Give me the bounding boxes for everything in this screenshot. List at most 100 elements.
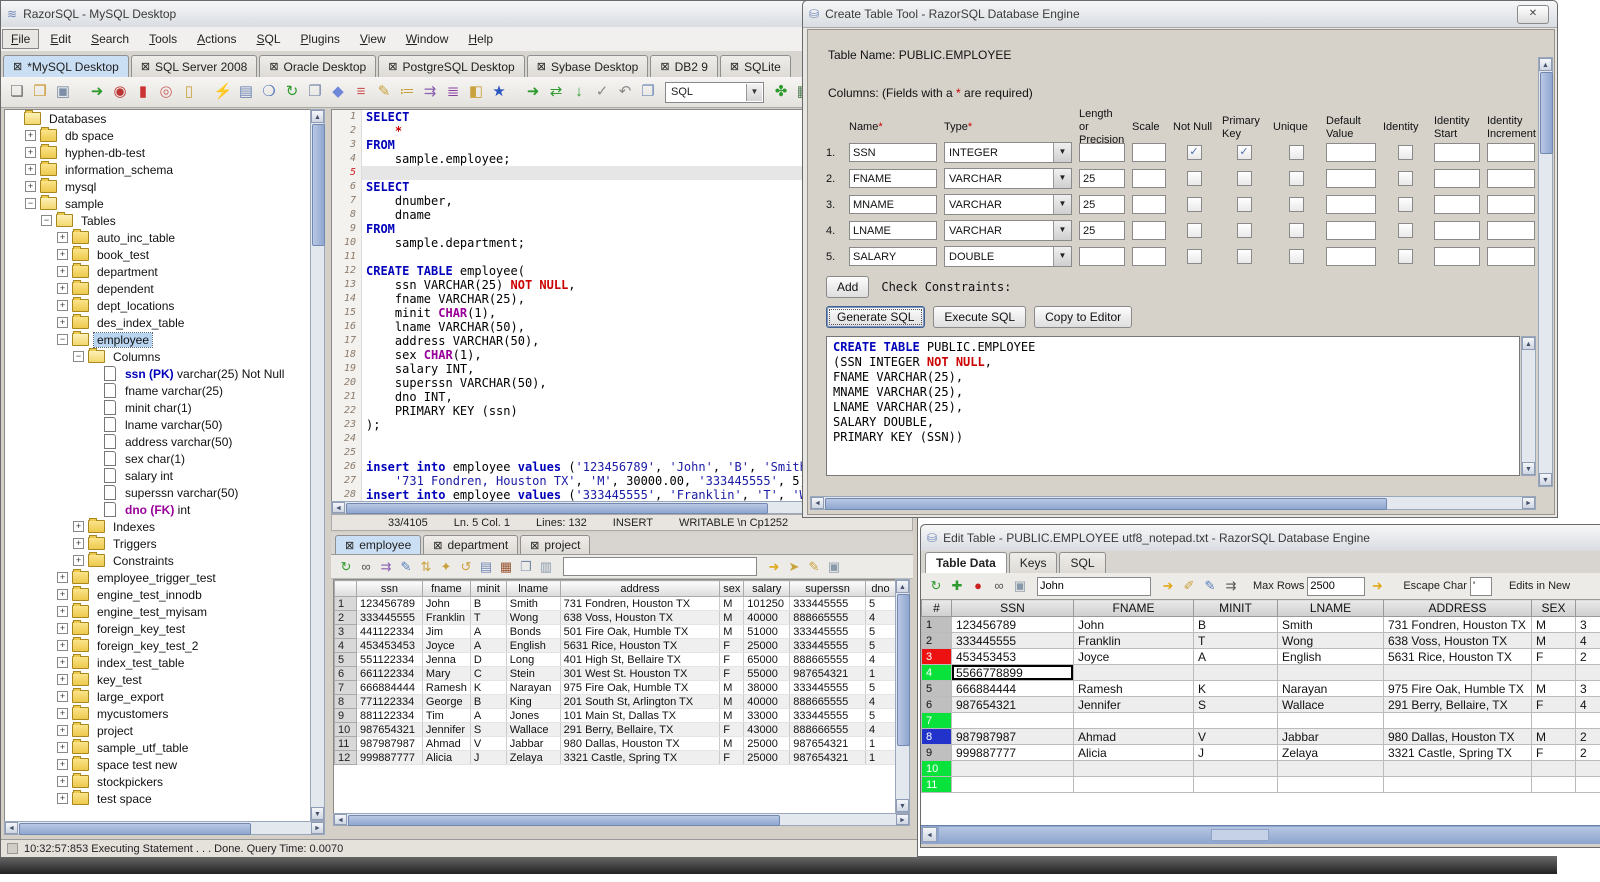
cell[interactable] xyxy=(1073,776,1194,793)
cell[interactable]: 453453453 xyxy=(355,638,423,653)
tree-item[interactable]: + information_schema xyxy=(5,161,311,178)
tree-item[interactable]: + des_index_table xyxy=(5,314,311,331)
scroll-left-icon[interactable]: ◄ xyxy=(922,827,937,842)
open-file-icon[interactable]: ❒ xyxy=(30,82,50,102)
row-number[interactable]: 1 xyxy=(334,596,357,611)
tab-close-icon[interactable]: ⊠ xyxy=(730,60,739,73)
cell[interactable]: 888665555 xyxy=(789,694,866,709)
copy-icon[interactable]: ❐ xyxy=(517,558,535,576)
menu-item-plugins[interactable]: Plugins xyxy=(292,29,349,49)
connection-tab-db2-9[interactable]: ⊠ DB2 9 xyxy=(650,55,718,77)
tree-item[interactable]: + Constraints xyxy=(5,552,311,569)
lightning-icon[interactable]: ⚡ xyxy=(213,82,233,102)
sort-icon[interactable]: ⇅ xyxy=(417,558,435,576)
tree-vertical-scrollbar[interactable]: ▲ ▼ xyxy=(310,109,325,821)
scale-input[interactable] xyxy=(1132,221,1166,240)
scroll-left-icon[interactable]: ◄ xyxy=(332,502,345,513)
create-vertical-scrollbar[interactable]: ▲ ▼ xyxy=(1538,57,1553,487)
length-input[interactable] xyxy=(1079,247,1125,266)
length-input[interactable]: 25 xyxy=(1079,221,1125,240)
expand-plus-icon[interactable]: + xyxy=(57,317,68,328)
expand-plus-icon[interactable]: + xyxy=(73,555,84,566)
cell[interactable]: 4 xyxy=(865,652,896,667)
cell[interactable]: 4 xyxy=(1575,632,1600,649)
cell[interactable]: S xyxy=(1193,696,1278,713)
cell[interactable] xyxy=(1575,776,1600,793)
primary-key-checkbox[interactable]: ✓ xyxy=(1236,145,1252,160)
column-name-input[interactable]: MNAME xyxy=(849,195,937,214)
cell[interactable]: 201 South St, Arlington TX xyxy=(559,694,721,709)
row-number[interactable]: 8 xyxy=(921,728,952,745)
column-header[interactable]: # xyxy=(921,599,952,617)
cell[interactable] xyxy=(1073,760,1194,777)
identity-start-input[interactable] xyxy=(1434,247,1480,266)
cell[interactable]: Ramesh xyxy=(1073,680,1194,697)
scroll-up-icon[interactable]: ▲ xyxy=(311,110,324,123)
expand-plus-icon[interactable]: + xyxy=(57,708,68,719)
expand-plus-icon[interactable]: + xyxy=(57,691,68,702)
connection-tab-oracle-desktop[interactable]: ⊠ Oracle Desktop xyxy=(259,55,377,77)
cell[interactable]: 291 Berry, Bellaire, TX xyxy=(559,722,721,737)
cell[interactable]: 987654321 xyxy=(355,722,423,737)
column-header[interactable]: fname xyxy=(421,580,471,597)
cell[interactable]: 980 Dallas, Houston TX xyxy=(559,736,721,751)
cell[interactable]: M xyxy=(719,680,745,695)
tree-item[interactable]: fname varchar(25) xyxy=(5,382,311,399)
cell[interactable]: Jennifer xyxy=(1073,696,1194,713)
tree-item[interactable]: dno (FK) int xyxy=(5,501,311,518)
cell[interactable]: 551122334 xyxy=(355,652,423,667)
menu-item-edit[interactable]: Edit xyxy=(41,29,80,49)
column-header[interactable]: sex xyxy=(719,580,745,597)
row-number[interactable]: 4 xyxy=(921,664,952,681)
primary-key-checkbox[interactable] xyxy=(1236,223,1252,238)
cell[interactable]: J xyxy=(1193,744,1278,761)
scroll-left-icon[interactable]: ◄ xyxy=(5,822,18,834)
editor-hscroll-thumb[interactable] xyxy=(346,503,768,514)
expand-plus-icon[interactable]: + xyxy=(57,283,68,294)
column-header[interactable]: minit xyxy=(469,580,507,597)
unique-checkbox[interactable] xyxy=(1288,223,1304,238)
cell[interactable]: T xyxy=(1193,632,1278,649)
find-icon[interactable]: ❍ xyxy=(259,82,279,102)
expand-plus-icon[interactable]: + xyxy=(57,232,68,243)
cell[interactable]: M xyxy=(1531,680,1576,697)
identity-start-input[interactable] xyxy=(1434,221,1480,240)
cell[interactable]: 5 xyxy=(865,638,896,653)
add-button[interactable]: Add xyxy=(826,276,870,298)
cell[interactable]: B xyxy=(469,596,507,611)
cell[interactable]: M xyxy=(1531,616,1576,633)
tree-item[interactable]: − sample xyxy=(5,195,311,212)
cell[interactable]: 975 Fire Oak, Humble TX xyxy=(559,680,721,695)
column-type-select[interactable]: VARCHAR ▼ xyxy=(944,168,1072,189)
cell[interactable]: 999887777 xyxy=(355,750,423,765)
cell[interactable]: Ahmad xyxy=(421,736,471,751)
unique-checkbox[interactable] xyxy=(1288,197,1304,212)
row-number[interactable]: 3 xyxy=(334,624,357,639)
cell[interactable]: Franklin xyxy=(421,610,471,625)
scroll-up-icon[interactable]: ▲ xyxy=(896,580,909,593)
expand-plus-icon[interactable]: + xyxy=(57,793,68,804)
results-tab-employee[interactable]: ⊠ employee xyxy=(335,535,422,554)
results-vertical-scrollbar[interactable]: ▲ ▼ xyxy=(895,579,910,813)
cell[interactable]: 1 xyxy=(865,750,896,765)
cell[interactable]: Wong xyxy=(1277,632,1384,649)
expand-plus-icon[interactable]: + xyxy=(25,164,36,175)
cell[interactable]: A xyxy=(1193,648,1278,665)
tree-scroll-thumb[interactable] xyxy=(312,124,325,246)
cell[interactable] xyxy=(1277,712,1384,729)
tree-item[interactable]: + foreign_key_test_2 xyxy=(5,637,311,654)
expand-plus-icon[interactable]: + xyxy=(57,572,68,583)
go-arrow-icon[interactable]: ➜ xyxy=(765,558,783,576)
collapse-minus-icon[interactable]: − xyxy=(41,215,52,226)
column-header[interactable]: dno xyxy=(865,580,896,597)
collapse-minus-icon[interactable]: − xyxy=(25,198,36,209)
edit-horizontal-scrollbar[interactable]: ◄ xyxy=(921,825,1600,844)
length-input[interactable] xyxy=(1079,143,1125,162)
format-icon[interactable]: ⇉ xyxy=(420,82,440,102)
connect-icon[interactable]: ➜ xyxy=(87,82,107,102)
column-header[interactable]: LNAME xyxy=(1277,599,1384,617)
cell[interactable]: Wong xyxy=(505,610,561,625)
cell[interactable]: 333445555 xyxy=(789,624,866,639)
unique-checkbox[interactable] xyxy=(1288,145,1304,160)
close-icon[interactable]: ✕ xyxy=(1517,5,1549,24)
